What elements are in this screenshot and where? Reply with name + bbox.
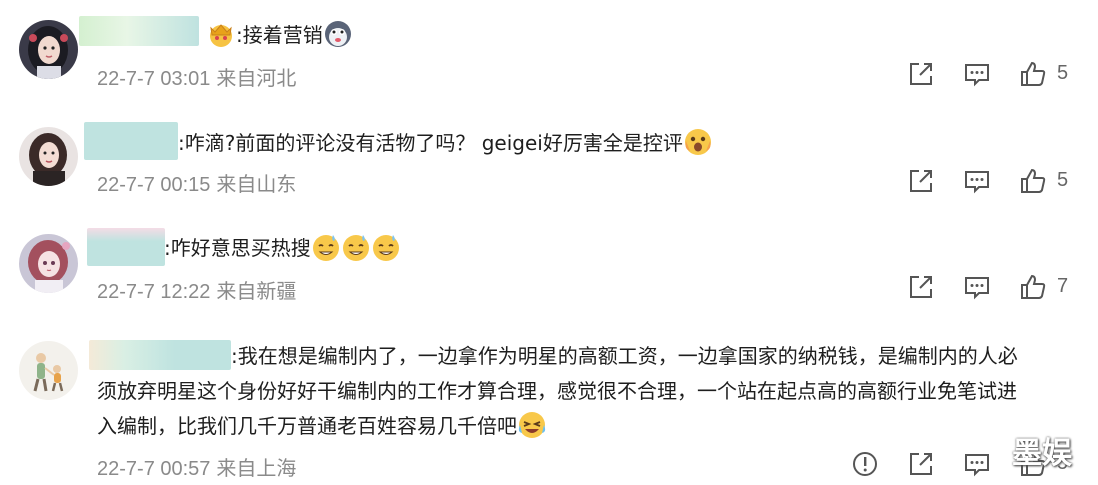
thumbs-up-icon [1021,168,1046,193]
comment-body: 咋好意思买热搜 [170,236,311,260]
comment-prefix: : [164,236,171,260]
comment-text: :接着营销 [206,18,353,53]
thumbs-up-icon [1021,274,1046,299]
comment-actions: 5 [0,60,1098,90]
comment-text: :咋滴?前面的评论没有活物了吗？ geigei好厉害全是控评 [178,126,713,161]
comment-text-continued: 须放弃明星这个身份好好干编制内的工作才算合理，感觉很不合理，一个站在起点高的高额… [97,374,1017,444]
husky-emoji [323,19,353,49]
exclamation-circle-icon [853,452,877,476]
comment-prefix: : [231,344,238,368]
crown-emoji [206,19,236,49]
like-count: 5 [1057,169,1069,191]
username-redacted[interactable] [84,122,178,160]
comment-icon [965,171,989,194]
sweat-emoji [341,232,371,262]
report-button[interactable] [851,450,879,478]
comment-icon [965,277,989,300]
scared-emoji [683,127,713,157]
comment-body: 接着营销 [242,23,323,47]
like-count: 5 [1057,62,1069,84]
share-button[interactable] [907,167,935,195]
comment-line: :我在想是编制内了，一边拿作为明星的高额工资，一边拿国家的纳税钱，是编制内的人必 [231,339,1018,374]
username-redacted[interactable] [89,340,231,370]
comment-text: :我在想是编制内了，一边拿作为明星的高额工资，一边拿国家的纳税钱，是编制内的人必 [231,339,1018,374]
comment-body: 咋滴?前面的评论没有活物了吗？ geigei好厉害全是控评 [184,131,683,155]
family-walk-avatar-icon [19,341,78,400]
comment-body-line2: 须放弃明星这个身份好好干编制内的工作才算合理，感觉很不合理，一个站在起点高的高额… [97,379,1017,403]
like-count: 7 [1057,275,1069,297]
comment-button[interactable] [963,273,991,301]
like-button[interactable] [1019,273,1047,301]
sweat-emoji [371,232,401,262]
comment-actions: 7 [0,273,1098,303]
laugh-cry-emoji [517,410,547,440]
comment-line: 入编制，比我们几千万普通老百姓容易几千倍吧 [97,409,1017,444]
username-redacted[interactable] [87,228,165,266]
share-icon [910,276,932,298]
thumbs-up-icon [1021,61,1046,86]
share-icon [910,63,932,85]
comment-button[interactable] [963,60,991,88]
share-button[interactable] [907,60,935,88]
share-button[interactable] [907,273,935,301]
comment-body-line1: 我在想是编制内了，一边拿作为明星的高额工资，一边拿国家的纳税钱，是编制内的人必 [237,344,1018,368]
sweat-emoji [311,232,341,262]
watermark: 墨娱 [1012,436,1072,471]
comment-icon [965,64,989,87]
like-button[interactable] [1019,60,1047,88]
username-redacted[interactable] [79,16,199,46]
avatar[interactable] [19,341,78,400]
share-button[interactable] [907,450,935,478]
comment-prefix: : [178,131,185,155]
comment-actions: 5 [0,450,1098,480]
comment-button[interactable] [963,167,991,195]
comment-actions: 5 [0,167,1098,197]
like-button[interactable] [1019,167,1047,195]
share-icon [910,453,932,475]
comment-icon [965,454,989,477]
share-icon [910,170,932,192]
comment-body-line3: 入编制，比我们几千万普通老百姓容易几千倍吧 [97,414,517,438]
comment-button[interactable] [963,450,991,478]
comment-text: :咋好意思买热搜 [164,231,401,266]
comment-prefix: : [236,23,243,47]
